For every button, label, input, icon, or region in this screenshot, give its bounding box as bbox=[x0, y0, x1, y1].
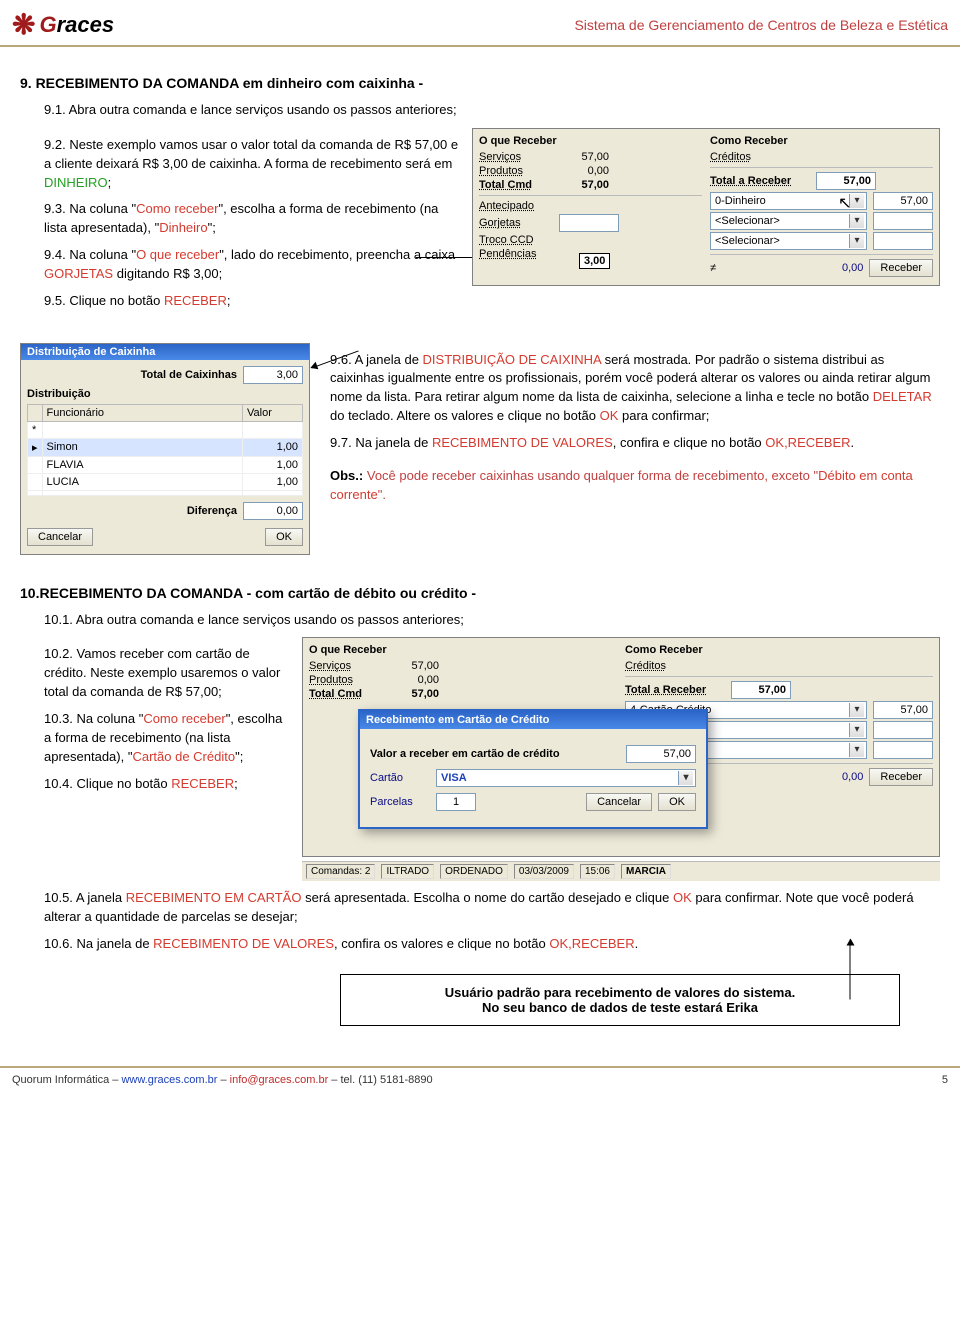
status-bar: Comandas: 2 ILTRADO ORDENADO 03/03/2009 … bbox=[302, 861, 940, 881]
forma3-select[interactable]: <Selecionar> bbox=[710, 232, 867, 250]
table-row: LUCIA1,00 bbox=[28, 473, 303, 490]
dist-table[interactable]: FuncionárioValor * ▸Simon1,00 FLAVIA1,00… bbox=[27, 404, 303, 496]
item-9-2: 9.2. Neste exemplo vamos usar o valor to… bbox=[44, 136, 460, 193]
cc-valor-field[interactable]: 57,00 bbox=[626, 745, 696, 763]
item-10-5: 10.5. A janela RECEBIMENTO EM CARTÃO ser… bbox=[44, 889, 940, 927]
dist-title: Distribuição de Caixinha bbox=[21, 344, 309, 360]
logo-text: Graces bbox=[39, 12, 114, 38]
logo-icon: ❋ bbox=[12, 8, 35, 41]
dist-cancel-button[interactable]: Cancelar bbox=[27, 528, 93, 546]
item-9-5: 9.5. Clique no botão RECEBER; bbox=[44, 292, 460, 311]
forma-valor[interactable]: 57,00 bbox=[873, 192, 933, 210]
receber-button[interactable]: Receber bbox=[869, 259, 933, 277]
dist-ok-button[interactable]: OK bbox=[265, 528, 303, 546]
arrow-icon bbox=[850, 939, 851, 999]
header-title: Sistema de Gerenciamento de Centros de B… bbox=[574, 17, 948, 33]
cc-ok-button[interactable]: OK bbox=[658, 793, 696, 811]
idx: 9.1. bbox=[44, 102, 66, 117]
col-o-que-receber: O que Receber bbox=[479, 135, 702, 147]
page-header: ❋ Graces Sistema de Gerenciamento de Cen… bbox=[0, 0, 960, 47]
note-box: Usuário padrão para recebimento de valor… bbox=[340, 974, 900, 1026]
receiver-panel: O que Receber Serviços57,00 Produtos0,00… bbox=[472, 128, 940, 286]
cc-dialog-title: Recebimento em Cartão de Crédito bbox=[360, 711, 706, 729]
logo: ❋ Graces bbox=[12, 8, 114, 41]
cc-parcelas-field[interactable]: 1 bbox=[436, 793, 476, 811]
section9-heading: 9. RECEBIMENTO DA COMANDA em dinheiro co… bbox=[20, 75, 940, 91]
page-number: 5 bbox=[942, 1074, 948, 1086]
distribuicao-caixinha-panel: Distribuição de Caixinha Total de Caixin… bbox=[20, 343, 310, 555]
total-receber-field: 57,00 bbox=[816, 172, 876, 190]
col-como-receber: Como Receber bbox=[710, 135, 933, 147]
item-9-4: 9.4. Na coluna "O que receber", lado do … bbox=[44, 246, 460, 284]
cc-cartao-select[interactable]: VISA bbox=[436, 769, 696, 787]
gorjetas-input[interactable] bbox=[559, 214, 619, 232]
item-9-7: 9.7. Na janela de RECEBIMENTO DE VALORES… bbox=[330, 434, 940, 453]
item-9-6: 9.6. A janela de DISTRIBUIÇÃO DE CAIXINH… bbox=[330, 351, 940, 426]
item-10-1: 10.1. Abra outra comanda e lance serviço… bbox=[44, 611, 940, 630]
table-row: ▸Simon1,00 bbox=[28, 438, 303, 456]
item-10-2: 10.2. Vamos receber com cartão de crédit… bbox=[44, 645, 290, 702]
footer-link-site[interactable]: www.graces.com.br bbox=[121, 1074, 217, 1086]
item-10-4: 10.4. Clique no botão RECEBER; bbox=[44, 775, 290, 794]
page-body: 9. RECEBIMENTO DA COMANDA em dinheiro co… bbox=[0, 47, 960, 1066]
footer-link-email[interactable]: info@graces.com.br bbox=[230, 1074, 329, 1086]
item-9-3: 9.3. Na coluna "Como receber", escolha a… bbox=[44, 200, 460, 238]
forma2-select[interactable]: <Selecionar> bbox=[710, 212, 867, 230]
obs: Obs.: Você pode receber caixinhas usando… bbox=[330, 467, 940, 505]
cc-cancel-button[interactable]: Cancelar bbox=[586, 793, 652, 811]
cc-dialog: Recebimento em Cartão de Crédito Valor a… bbox=[358, 709, 708, 829]
table-row: FLAVIA1,00 bbox=[28, 456, 303, 473]
section10-heading: 10.RECEBIMENTO DA COMANDA - com cartão d… bbox=[20, 585, 940, 601]
txt: Abra outra comanda e lance serviços usan… bbox=[69, 102, 457, 117]
page-footer: Quorum Informática – www.graces.com.br –… bbox=[0, 1066, 960, 1092]
item-10-6: 10.6. Na janela de RECEBIMENTO DE VALORE… bbox=[44, 935, 940, 954]
cursor-icon: ↖ bbox=[838, 193, 851, 213]
item-10-3: 10.3. Na coluna "Como receber", escolha … bbox=[44, 710, 290, 767]
item-9-1: 9.1. Abra outra comanda e lance serviços… bbox=[44, 101, 940, 120]
gorjetas-tooltip: 3,00 bbox=[579, 253, 610, 269]
receber-button-2[interactable]: Receber bbox=[869, 768, 933, 786]
